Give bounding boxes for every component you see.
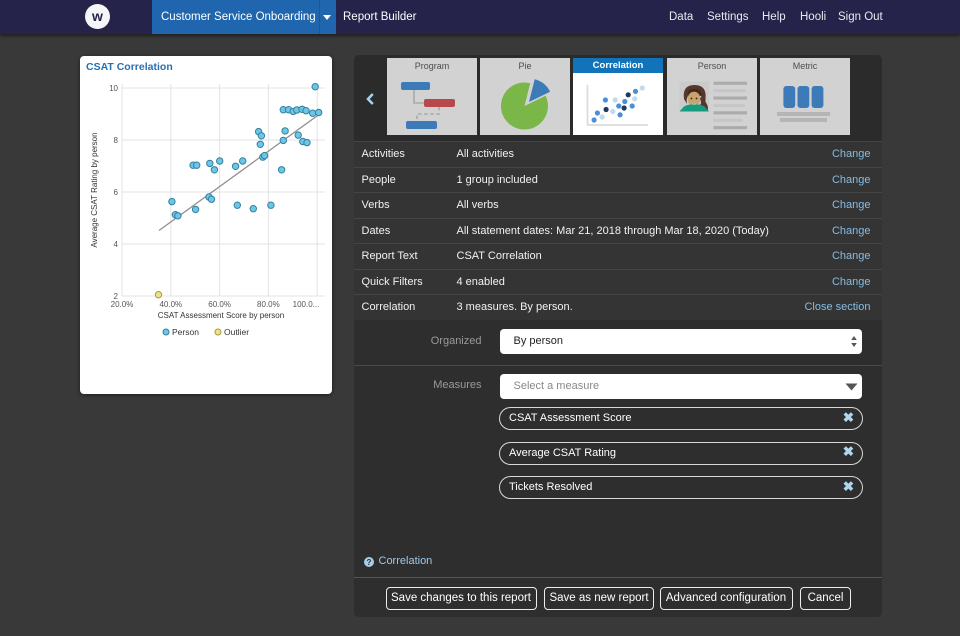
svg-text:4: 4 [114, 240, 119, 249]
svg-text:Person: Person [172, 327, 199, 337]
svg-text:8: 8 [114, 136, 119, 145]
svg-text:6: 6 [114, 188, 119, 197]
svg-text:20.0%: 20.0% [111, 300, 134, 309]
svg-text:Average CSAT Rating by person: Average CSAT Rating by person [90, 132, 99, 247]
svg-text:80.0%: 80.0% [257, 300, 280, 309]
svg-text:60.0%: 60.0% [208, 300, 231, 309]
svg-text:CSAT Correlation: CSAT Correlation [86, 61, 173, 73]
svg-text:CSAT Assessment Score by perso: CSAT Assessment Score by person [158, 311, 284, 320]
svg-text:40.0%: 40.0% [159, 300, 182, 309]
svg-text:Outlier: Outlier [224, 327, 249, 337]
svg-text:?: ? [366, 558, 371, 567]
svg-text:100.0...: 100.0... [293, 300, 320, 309]
svg-text:10: 10 [109, 84, 118, 93]
